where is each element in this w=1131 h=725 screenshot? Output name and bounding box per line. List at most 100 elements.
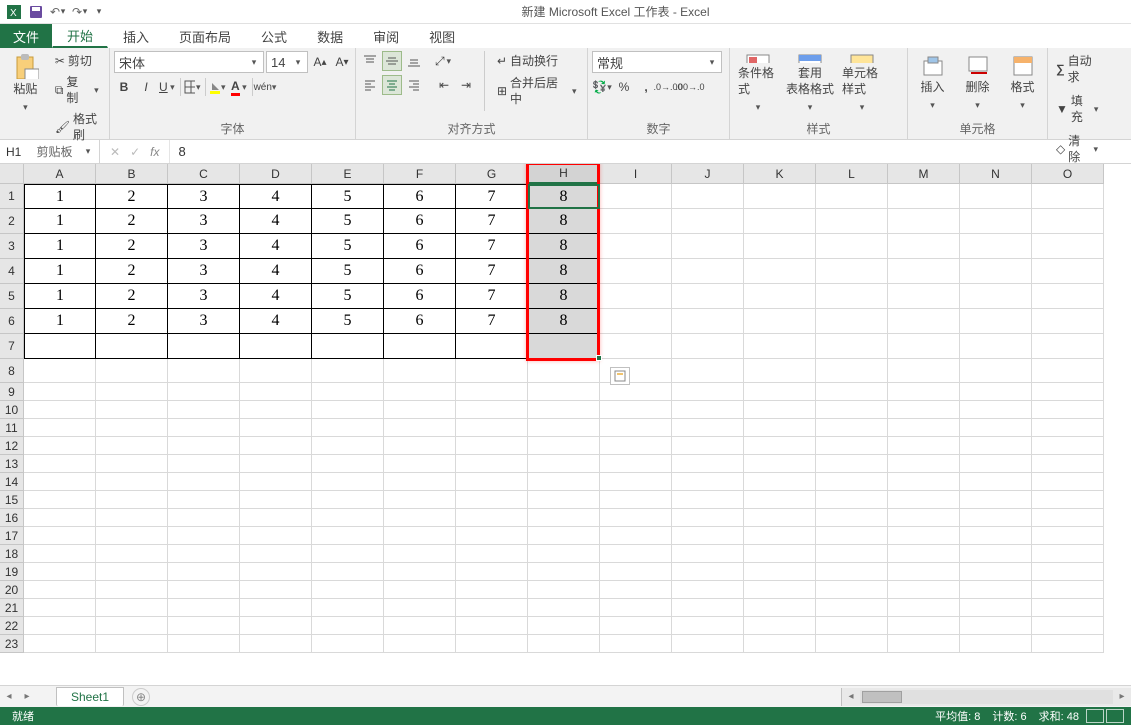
cell[interactable] (672, 184, 744, 209)
cell[interactable] (384, 635, 456, 653)
cell[interactable] (960, 284, 1032, 309)
cell[interactable]: 6 (384, 259, 456, 284)
cell[interactable] (816, 359, 888, 383)
cell[interactable]: 3 (168, 209, 240, 234)
column-header[interactable]: K (744, 164, 816, 184)
cell[interactable] (96, 419, 168, 437)
cell[interactable]: 6 (384, 184, 456, 209)
cell[interactable] (960, 359, 1032, 383)
cell[interactable] (168, 334, 240, 359)
cell[interactable] (24, 581, 96, 599)
cell[interactable] (384, 437, 456, 455)
column-header[interactable]: H (528, 164, 600, 184)
cell[interactable] (384, 545, 456, 563)
cell[interactable] (312, 599, 384, 617)
cell[interactable] (960, 635, 1032, 653)
cell[interactable] (672, 209, 744, 234)
cell[interactable] (888, 455, 960, 473)
row-header[interactable]: 22 (0, 617, 24, 635)
cell[interactable] (528, 581, 600, 599)
cell[interactable] (1032, 184, 1104, 209)
sheet-tab[interactable]: Sheet1 (56, 687, 124, 706)
tab-review[interactable]: 审阅 (358, 24, 414, 48)
cell[interactable] (96, 581, 168, 599)
cell[interactable]: 7 (456, 184, 528, 209)
cell[interactable] (384, 491, 456, 509)
cell[interactable] (888, 234, 960, 259)
cell[interactable] (1032, 419, 1104, 437)
cell[interactable] (888, 383, 960, 401)
align-bottom-icon[interactable] (404, 51, 424, 71)
cell[interactable] (672, 437, 744, 455)
cell[interactable] (24, 617, 96, 635)
paste-button[interactable]: 粘贴 ▾ (4, 51, 47, 117)
cell[interactable] (960, 437, 1032, 455)
cell[interactable] (672, 259, 744, 284)
row-header[interactable]: 18 (0, 545, 24, 563)
cell[interactable] (888, 184, 960, 209)
cell[interactable] (888, 509, 960, 527)
cell[interactable]: 3 (168, 234, 240, 259)
cell[interactable] (456, 509, 528, 527)
qat-customize-icon[interactable]: ▾ (94, 6, 104, 17)
cell[interactable] (456, 491, 528, 509)
cancel-icon[interactable]: ✕ (110, 145, 120, 159)
cell[interactable] (960, 527, 1032, 545)
cell[interactable] (672, 563, 744, 581)
cell[interactable] (240, 437, 312, 455)
cell[interactable] (456, 401, 528, 419)
cell[interactable]: 2 (96, 184, 168, 209)
cell[interactable]: 1 (24, 184, 96, 209)
cell[interactable] (600, 419, 672, 437)
cell[interactable] (600, 184, 672, 209)
cell[interactable] (240, 599, 312, 617)
row-header[interactable]: 23 (0, 635, 24, 653)
cell[interactable] (744, 527, 816, 545)
cell[interactable] (1032, 284, 1104, 309)
cell[interactable]: 1 (24, 284, 96, 309)
cell[interactable] (744, 209, 816, 234)
cell[interactable]: 4 (240, 259, 312, 284)
cell[interactable] (816, 309, 888, 334)
cell[interactable] (672, 635, 744, 653)
cell[interactable] (528, 545, 600, 563)
cell[interactable] (24, 455, 96, 473)
cell[interactable]: 5 (312, 209, 384, 234)
cell[interactable] (600, 401, 672, 419)
cell[interactable]: 4 (240, 284, 312, 309)
cell[interactable] (1032, 473, 1104, 491)
cell[interactable]: 1 (24, 234, 96, 259)
enter-icon[interactable]: ✓ (130, 145, 140, 159)
cell[interactable] (456, 635, 528, 653)
cell[interactable] (888, 334, 960, 359)
cell[interactable] (744, 184, 816, 209)
cell[interactable] (960, 334, 1032, 359)
cell[interactable] (384, 617, 456, 635)
cell[interactable] (384, 509, 456, 527)
cell[interactable] (1032, 599, 1104, 617)
redo-icon[interactable]: ↷▾ (72, 4, 88, 20)
cell[interactable] (96, 599, 168, 617)
cell[interactable]: 5 (312, 234, 384, 259)
row-header[interactable]: 9 (0, 383, 24, 401)
cell[interactable] (600, 509, 672, 527)
cell[interactable] (960, 491, 1032, 509)
cell[interactable] (600, 259, 672, 284)
row-header[interactable]: 19 (0, 563, 24, 581)
cell[interactable] (528, 334, 600, 359)
cell[interactable] (1032, 455, 1104, 473)
cell[interactable]: 7 (456, 309, 528, 334)
cell[interactable] (384, 599, 456, 617)
font-color-button[interactable]: A▾ (230, 77, 250, 97)
cell[interactable] (1032, 309, 1104, 334)
italic-button[interactable]: I (136, 77, 156, 97)
cell[interactable] (312, 455, 384, 473)
cell[interactable] (240, 491, 312, 509)
tab-home[interactable]: 开始 (52, 24, 108, 48)
cell[interactable] (960, 309, 1032, 334)
cell[interactable] (960, 259, 1032, 284)
cell[interactable] (96, 401, 168, 419)
cell[interactable]: 2 (96, 259, 168, 284)
cell[interactable] (600, 545, 672, 563)
cell[interactable] (168, 581, 240, 599)
